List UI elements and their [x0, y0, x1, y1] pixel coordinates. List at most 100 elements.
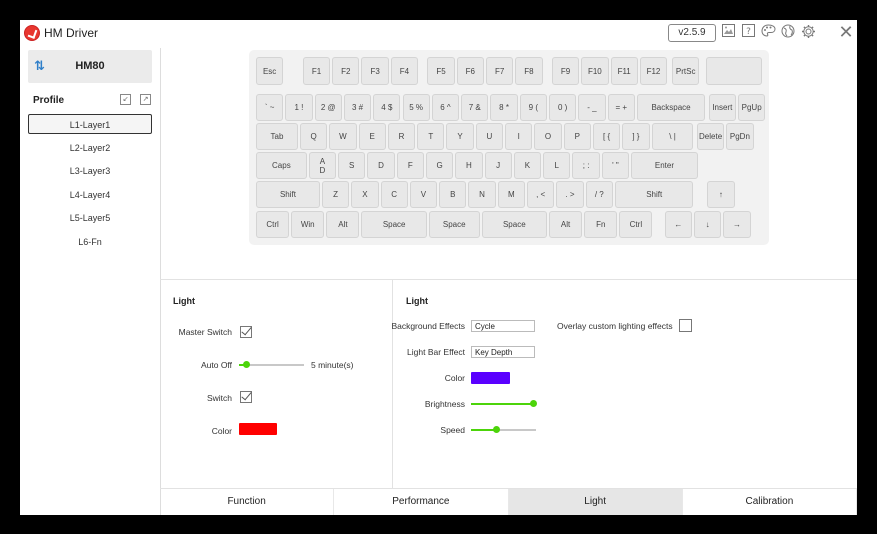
- speed-slider[interactable]: [471, 426, 536, 433]
- key[interactable]: W: [329, 123, 357, 150]
- image-icon[interactable]: [720, 24, 736, 40]
- palette-icon[interactable]: [760, 24, 776, 40]
- key[interactable]: D: [367, 152, 395, 179]
- tab-calibration[interactable]: Calibration: [683, 489, 857, 515]
- key[interactable]: Esc: [256, 57, 284, 85]
- key[interactable]: Alt: [549, 211, 583, 238]
- key[interactable]: Alt: [326, 211, 360, 238]
- key[interactable]: - _: [578, 94, 606, 121]
- bar-color-swatch[interactable]: [471, 372, 510, 384]
- sidebar-layer-item[interactable]: L4-Layer4: [28, 185, 152, 205]
- key[interactable]: L: [543, 152, 571, 179]
- key[interactable]: T: [417, 123, 445, 150]
- key[interactable]: PgUp: [737, 94, 766, 121]
- key[interactable]: Space: [481, 211, 547, 238]
- key[interactable]: 9 (: [519, 94, 547, 121]
- key[interactable]: 5 %: [402, 94, 430, 121]
- key[interactable]: \ |: [651, 123, 694, 150]
- key[interactable]: [ {: [592, 123, 621, 150]
- key[interactable]: 1 !: [285, 94, 313, 121]
- key[interactable]: F4: [390, 57, 419, 85]
- key[interactable]: ] }: [622, 123, 650, 150]
- key[interactable]: Shift: [256, 181, 320, 208]
- color-swatch[interactable]: [239, 423, 277, 435]
- key[interactable]: Shift: [614, 181, 694, 208]
- key[interactable]: 6 ^: [431, 94, 460, 121]
- key[interactable]: H: [455, 152, 483, 179]
- overlay-checkbox[interactable]: [679, 319, 692, 332]
- key[interactable]: Space: [428, 211, 480, 238]
- sidebar-layer-item[interactable]: L3-Layer3: [28, 161, 152, 181]
- key[interactable]: 8 *: [490, 94, 518, 121]
- version-badge[interactable]: v2.5.9: [668, 24, 716, 42]
- key[interactable]: G: [425, 152, 454, 179]
- key[interactable]: Backspace: [636, 94, 706, 121]
- tab-function[interactable]: Function: [160, 489, 335, 515]
- key[interactable]: Ctrl: [619, 211, 653, 238]
- key[interactable]: A D: [308, 152, 337, 179]
- key[interactable]: V: [409, 181, 438, 208]
- import-profile-icon[interactable]: ↙: [120, 94, 131, 105]
- key[interactable]: E: [358, 123, 386, 150]
- tab-performance[interactable]: Performance: [334, 489, 509, 515]
- key[interactable]: ' ": [601, 152, 630, 179]
- key[interactable]: . >: [556, 181, 584, 208]
- key[interactable]: ←: [664, 211, 693, 238]
- key[interactable]: Tab: [256, 123, 298, 150]
- key[interactable]: N: [468, 181, 496, 208]
- background-effects-select[interactable]: Cycle: [471, 320, 535, 332]
- key[interactable]: X: [351, 181, 379, 208]
- key[interactable]: J: [484, 152, 512, 179]
- auto-off-slider[interactable]: [239, 361, 304, 368]
- key[interactable]: PrtSc: [672, 57, 700, 85]
- master-switch-checkbox[interactable]: [240, 326, 252, 338]
- key[interactable]: S: [338, 152, 366, 179]
- key[interactable]: U: [475, 123, 504, 150]
- key[interactable]: Fn: [584, 211, 618, 238]
- export-profile-icon[interactable]: ↗: [140, 94, 151, 105]
- help-icon[interactable]: ?: [740, 24, 756, 40]
- close-button[interactable]: ✕: [837, 23, 855, 41]
- key[interactable]: F: [396, 152, 424, 179]
- key[interactable]: F11: [610, 57, 638, 85]
- key[interactable]: F8: [515, 57, 543, 85]
- key[interactable]: R: [387, 123, 416, 150]
- key[interactable]: 7 &: [461, 94, 489, 121]
- key[interactable]: Z: [321, 181, 350, 208]
- key[interactable]: Space: [361, 211, 427, 238]
- key[interactable]: ↑: [707, 181, 735, 208]
- switch-checkbox[interactable]: [240, 391, 252, 403]
- key[interactable]: ; :: [572, 152, 600, 179]
- key[interactable]: C: [380, 181, 408, 208]
- key[interactable]: K: [513, 152, 542, 179]
- key[interactable]: F1: [302, 57, 331, 85]
- key[interactable]: F3: [361, 57, 389, 85]
- tab-light[interactable]: Light: [508, 489, 683, 515]
- key[interactable]: Insert: [708, 94, 736, 121]
- key[interactable]: F2: [332, 57, 360, 85]
- key[interactable]: = +: [607, 94, 635, 121]
- key[interactable]: P: [563, 123, 591, 150]
- key[interactable]: Y: [446, 123, 474, 150]
- sidebar-layer-item[interactable]: L2-Layer2: [28, 138, 152, 158]
- sidebar-layer-item[interactable]: L6-Fn: [28, 232, 152, 252]
- key[interactable]: 3 #: [343, 94, 372, 121]
- light-bar-effect-select[interactable]: Key Depth: [471, 346, 535, 358]
- key[interactable]: 2 @: [314, 94, 342, 121]
- key[interactable]: PgDn: [726, 123, 754, 150]
- globe-icon[interactable]: [780, 24, 796, 40]
- gear-icon[interactable]: [800, 24, 816, 40]
- key[interactable]: F7: [486, 57, 514, 85]
- sidebar-layer-item[interactable]: L1-Layer1: [28, 114, 152, 134]
- key[interactable]: Delete: [696, 123, 725, 150]
- key[interactable]: M: [497, 181, 526, 208]
- brightness-slider[interactable]: [471, 400, 537, 407]
- key[interactable]: / ?: [585, 181, 613, 208]
- key[interactable]: F6: [456, 57, 484, 85]
- key[interactable]: →: [723, 211, 751, 238]
- key[interactable]: [705, 57, 763, 85]
- key[interactable]: F10: [581, 57, 609, 85]
- key[interactable]: Enter: [631, 152, 698, 179]
- key[interactable]: 4 $: [373, 94, 401, 121]
- key[interactable]: ` ~: [256, 94, 284, 121]
